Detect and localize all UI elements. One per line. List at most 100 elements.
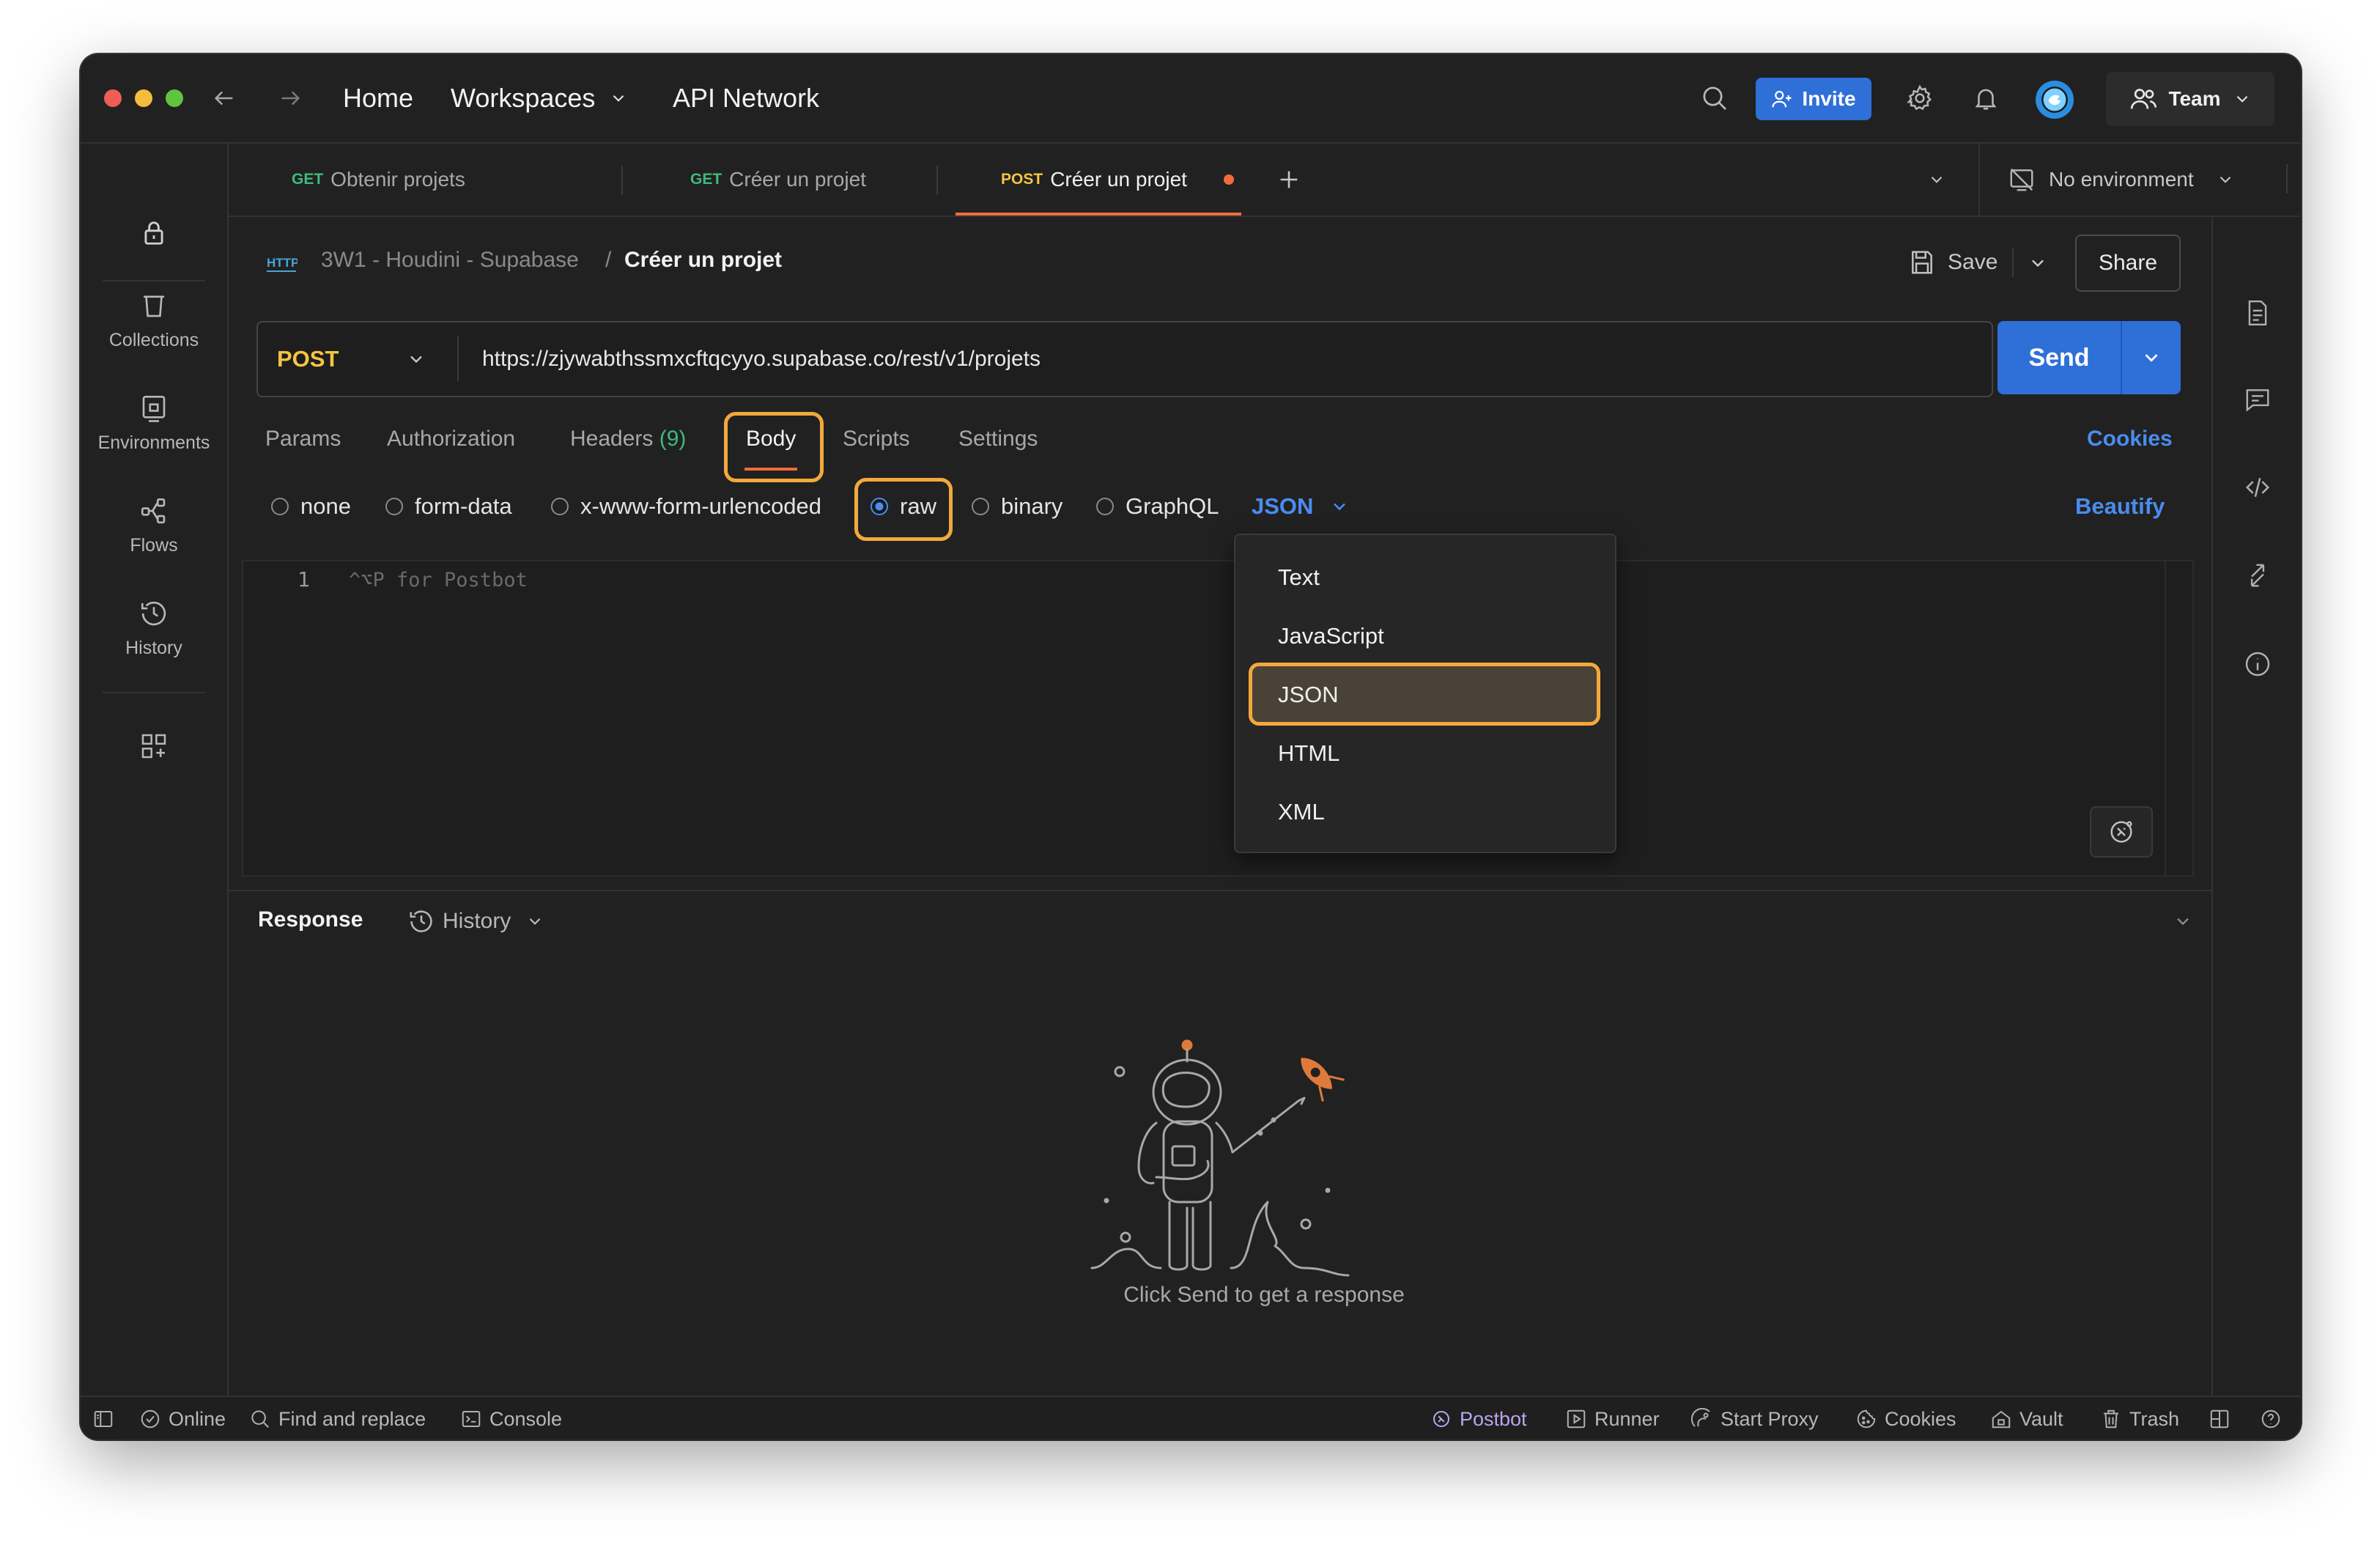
vault-button[interactable]: Vault <box>1990 1397 2063 1440</box>
sidebar-item-label: Flows <box>130 535 178 556</box>
menu-item-javascript[interactable]: JavaScript <box>1278 623 1384 649</box>
tab-headers[interactable]: Headers (9) <box>570 427 686 452</box>
url-input[interactable]: https://zjywabthssmxcftqcyyo.supabase.co… <box>482 322 1041 396</box>
body-tab-highlight <box>724 412 824 482</box>
tab-creer-un-projet-post[interactable]: POST Créer un projet <box>1001 144 1234 215</box>
find-and-replace-button[interactable]: Find and replace <box>249 1397 426 1440</box>
save-button[interactable]: Save <box>1908 239 1998 286</box>
save-options-chevron-icon[interactable] <box>2025 251 2050 276</box>
sidebar-item-collections[interactable]: Collections <box>81 290 227 386</box>
cookie-icon <box>1857 1409 1876 1429</box>
radio-binary[interactable] <box>972 498 989 515</box>
sidebar-item-label: Collections <box>108 330 199 350</box>
toggle-sidebar-icon[interactable] <box>92 1397 122 1440</box>
menu-item-xml[interactable]: XML <box>1278 799 1325 825</box>
tab-obtenir-projets[interactable]: GET Obtenir projets <box>292 144 465 215</box>
comments-icon[interactable] <box>2213 386 2301 413</box>
left-sidebar: Collections Environments Flows History <box>81 144 229 1397</box>
tab-creer-un-projet-get[interactable]: GET Créer un projet <box>690 144 866 215</box>
layout-toggle-icon[interactable] <box>2209 1397 2238 1440</box>
bell-icon[interactable] <box>1970 82 2002 114</box>
radio-form-data[interactable] <box>385 498 403 515</box>
share-button[interactable]: Share <box>2075 235 2181 292</box>
maximize-window-button[interactable] <box>166 89 183 107</box>
sidebar-item-history[interactable]: History <box>81 598 227 693</box>
tabs-overflow-chevron-icon[interactable] <box>1926 169 1948 191</box>
forward-arrow-icon[interactable] <box>276 84 305 113</box>
documentation-icon[interactable] <box>2213 299 2301 327</box>
add-apps-icon[interactable] <box>138 730 170 762</box>
page-title[interactable]: Créer un projet <box>624 248 782 273</box>
console-label: Console <box>489 1407 563 1430</box>
nav-home[interactable]: Home <box>343 81 413 116</box>
search-icon[interactable] <box>1699 82 1731 114</box>
body-mode-urlencoded[interactable]: x-www-form-urlencoded <box>551 488 821 525</box>
send-button-group: Send <box>1998 321 2181 394</box>
breadcrumb-collection[interactable]: 3W1 - Houdini - Supabase <box>321 248 579 273</box>
status-bar: Online Find and replace Console Postbot … <box>81 1396 2301 1440</box>
unsaved-dot <box>1223 174 1234 185</box>
radio-urlencoded[interactable] <box>551 498 569 515</box>
environment-selector[interactable]: No environment <box>2008 144 2235 215</box>
console-icon <box>462 1411 481 1427</box>
send-button[interactable]: Send <box>1998 321 2121 394</box>
radio-label: form-data <box>415 493 512 519</box>
chevron-down-icon <box>2220 176 2231 183</box>
start-proxy-button[interactable]: Start Proxy <box>1691 1397 1819 1440</box>
online-status[interactable]: Online <box>139 1397 226 1440</box>
method-selector[interactable]: POST <box>277 322 339 396</box>
method-chevron-down-icon[interactable] <box>404 347 428 371</box>
avatar[interactable] <box>2036 81 2074 119</box>
beautify-link[interactable]: Beautify <box>2075 488 2165 525</box>
postbot-button[interactable]: Postbot <box>1430 1397 1527 1440</box>
runner-button[interactable]: Runner <box>1565 1397 1660 1440</box>
format-dropdown-menu: Text JavaScript JSON HTML XML <box>1234 534 1616 853</box>
new-tab-plus-icon[interactable] <box>1274 164 1304 195</box>
close-window-button[interactable] <box>104 89 122 107</box>
chevron-down-icon[interactable] <box>608 88 629 108</box>
cookies-button[interactable]: Cookies <box>1855 1397 1956 1440</box>
tab-label: Obtenir projets <box>330 168 465 191</box>
tab-params[interactable]: Params <box>265 427 341 452</box>
code-icon[interactable] <box>2213 473 2301 501</box>
invite-button[interactable]: Invite <box>1756 78 1871 120</box>
format-selector[interactable]: JSON <box>1252 488 1350 525</box>
history-icon <box>141 601 166 626</box>
collapse-response-chevron-icon[interactable] <box>2170 909 2195 934</box>
menu-item-json[interactable]: JSON <box>1278 682 1339 708</box>
tab-scripts[interactable]: Scripts <box>843 427 910 452</box>
info-icon[interactable] <box>2213 649 2301 679</box>
console-button[interactable]: Console <box>460 1397 562 1440</box>
save-label: Save <box>1948 250 1998 274</box>
body-mode-binary[interactable]: binary <box>972 488 1062 525</box>
body-editor[interactable]: 1 ^⌥P for Postbot <box>242 560 2194 877</box>
team-button[interactable]: Team <box>2106 72 2274 126</box>
send-options-chevron-icon[interactable] <box>2122 321 2181 394</box>
trash-button[interactable]: Trash <box>2100 1397 2179 1440</box>
radio-graphql[interactable] <box>1096 498 1114 515</box>
related-collections-icon[interactable] <box>2213 561 2301 589</box>
gear-icon[interactable] <box>1904 82 1936 114</box>
minimize-window-button[interactable] <box>135 89 152 107</box>
help-icon[interactable] <box>2260 1397 2289 1440</box>
body-mode-graphql[interactable]: GraphQL <box>1096 488 1219 525</box>
body-mode-none[interactable]: none <box>271 488 351 525</box>
radio-none[interactable] <box>271 498 289 515</box>
menu-item-html[interactable]: HTML <box>1278 740 1339 767</box>
cookies-link[interactable]: Cookies <box>2087 427 2173 452</box>
tab-settings[interactable]: Settings <box>958 427 1038 452</box>
response-history-dropdown[interactable]: History <box>407 903 544 940</box>
sidebar-item-flows[interactable]: Flows <box>81 495 227 591</box>
menu-item-text[interactable]: Text <box>1278 564 1320 591</box>
nav-api-network[interactable]: API Network <box>673 81 819 116</box>
lock-icon[interactable] <box>138 217 170 249</box>
back-arrow-icon[interactable] <box>210 84 239 113</box>
editor-placeholder: ^⌥P for Postbot <box>349 569 528 591</box>
postbot-icon[interactable] <box>2090 806 2153 858</box>
tab-authorization[interactable]: Authorization <box>387 427 515 452</box>
postbot-icon <box>1433 1411 1449 1427</box>
nav-workspaces[interactable]: Workspaces <box>451 81 595 116</box>
sidebar-item-environments[interactable]: Environments <box>81 393 227 488</box>
flows-icon <box>141 498 166 524</box>
body-mode-form-data[interactable]: form-data <box>385 488 512 525</box>
